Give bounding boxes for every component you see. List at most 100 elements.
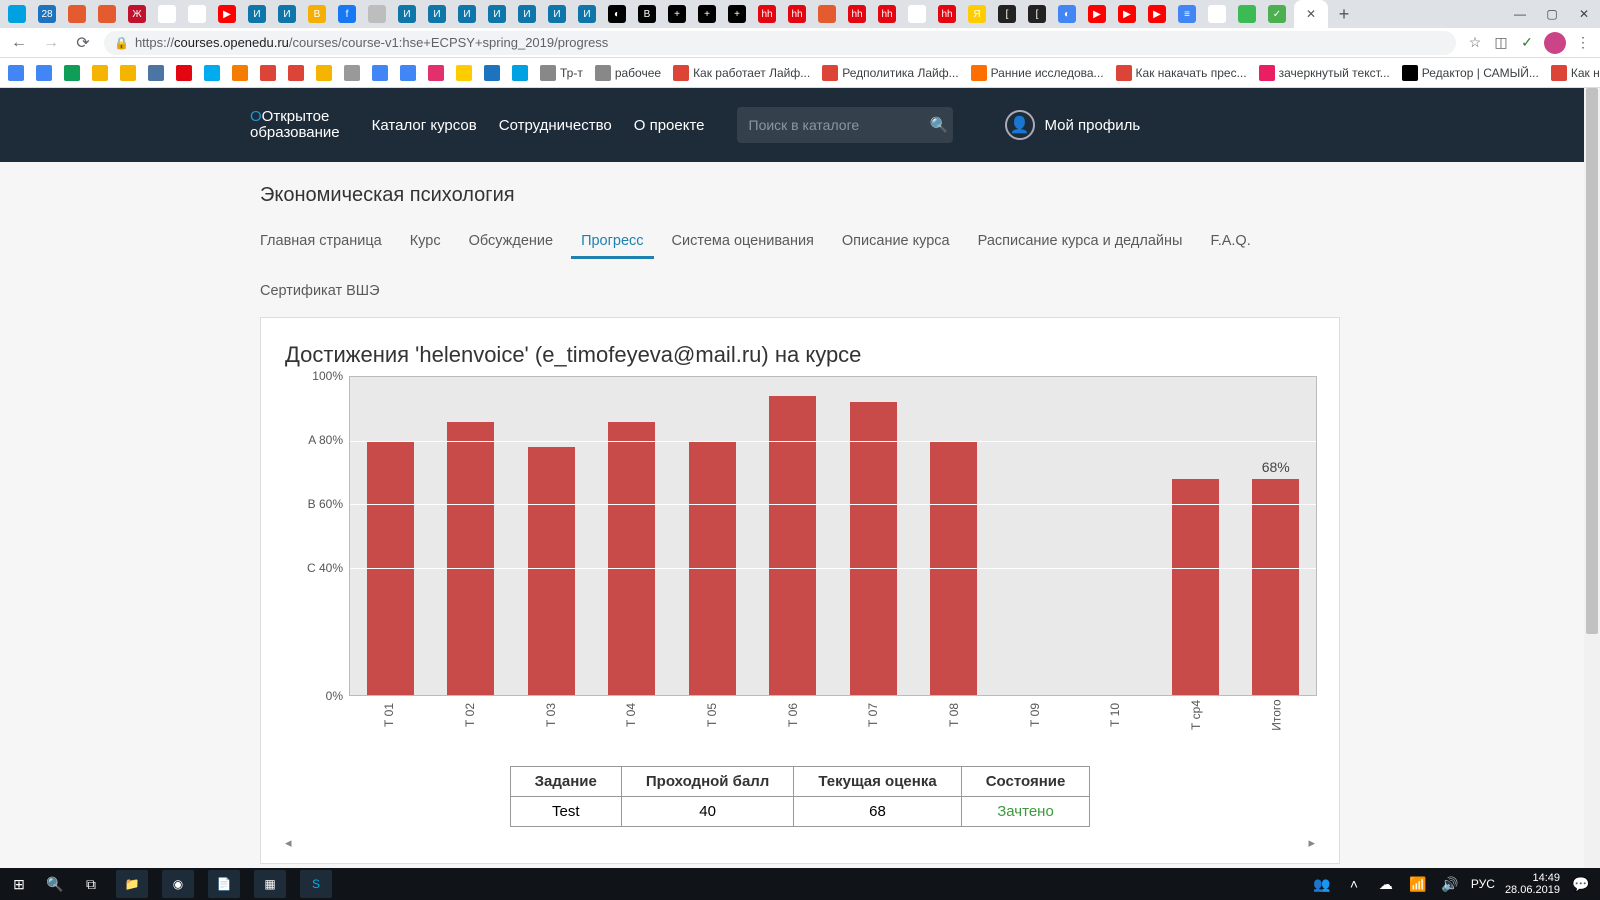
- extension-icon[interactable]: ◫: [1492, 34, 1510, 52]
- bookmark-item[interactable]: Как работает Лайф...: [673, 65, 810, 81]
- browser-tab[interactable]: ≡: [1178, 5, 1196, 23]
- bookmark-item[interactable]: [204, 65, 220, 81]
- start-button[interactable]: ⊞: [8, 873, 30, 895]
- onedrive-icon[interactable]: ☁: [1375, 873, 1397, 895]
- bookmark-item[interactable]: [8, 65, 24, 81]
- browser-tab[interactable]: ◐: [1058, 5, 1076, 23]
- course-tab[interactable]: F.A.Q.: [1210, 227, 1250, 259]
- bookmark-item[interactable]: [64, 65, 80, 81]
- browser-tab[interactable]: ▶: [218, 5, 236, 23]
- bookmark-item[interactable]: [260, 65, 276, 81]
- star-icon[interactable]: ☆: [1466, 34, 1484, 52]
- browser-tab[interactable]: ✓: [1268, 5, 1286, 23]
- bookmark-item[interactable]: Редполитика Лайф...: [822, 65, 958, 81]
- bookmark-item[interactable]: [316, 65, 332, 81]
- browser-active-tab[interactable]: ✕: [1294, 0, 1328, 28]
- browser-tab[interactable]: И: [248, 5, 266, 23]
- close-icon[interactable]: ✕: [1306, 7, 1316, 21]
- language-indicator[interactable]: РУС: [1471, 877, 1495, 891]
- browser-tab[interactable]: +: [668, 5, 686, 23]
- browser-tab[interactable]: hh: [878, 5, 896, 23]
- browser-tab[interactable]: [98, 5, 116, 23]
- maximize-button[interactable]: ▢: [1536, 0, 1568, 28]
- browser-tab[interactable]: [188, 5, 206, 23]
- browser-tab[interactable]: hh: [758, 5, 776, 23]
- clock[interactable]: 14:49 28.06.2019: [1505, 872, 1560, 896]
- notifications-icon[interactable]: 💬: [1570, 873, 1592, 895]
- horizontal-scrollbar[interactable]: ◂ ▸: [285, 827, 1315, 851]
- bookmark-item[interactable]: [148, 65, 164, 81]
- bookmark-item[interactable]: [120, 65, 136, 81]
- browser-tab[interactable]: [: [998, 5, 1016, 23]
- bookmark-item[interactable]: зачеркнутый текст...: [1259, 65, 1390, 81]
- close-window-button[interactable]: ✕: [1568, 0, 1600, 28]
- profile-link[interactable]: 👤 Мой профиль: [1005, 110, 1141, 140]
- browser-tab[interactable]: И: [428, 5, 446, 23]
- chrome-menu-icon[interactable]: ⋮: [1574, 34, 1592, 52]
- bookmark-item[interactable]: [512, 65, 528, 81]
- browser-tab[interactable]: Я: [968, 5, 986, 23]
- volume-icon[interactable]: 🔊: [1439, 873, 1461, 895]
- bookmark-item[interactable]: Как накачать прес...: [1116, 65, 1247, 81]
- course-tab[interactable]: Сертификат ВШЭ: [260, 277, 380, 299]
- browser-tab[interactable]: B: [308, 5, 326, 23]
- browser-tab[interactable]: [8, 5, 26, 23]
- bookmark-item[interactable]: [36, 65, 52, 81]
- browser-tab[interactable]: [68, 5, 86, 23]
- course-tab[interactable]: Описание курса: [842, 227, 950, 259]
- vertical-scrollbar[interactable]: [1584, 88, 1600, 868]
- forward-button[interactable]: →: [40, 32, 62, 54]
- header-nav-link[interactable]: Сотрудничество: [499, 117, 612, 134]
- browser-tab[interactable]: [818, 5, 836, 23]
- browser-tab[interactable]: ▶: [1088, 5, 1106, 23]
- catalog-search[interactable]: 🔍: [737, 107, 953, 143]
- course-tab[interactable]: Обсуждение: [469, 227, 553, 259]
- browser-tab[interactable]: И: [278, 5, 296, 23]
- browser-tab[interactable]: Ж: [128, 5, 146, 23]
- bookmark-item[interactable]: [484, 65, 500, 81]
- browser-tab[interactable]: +: [728, 5, 746, 23]
- browser-tab[interactable]: W: [1208, 5, 1226, 23]
- bookmark-item[interactable]: [400, 65, 416, 81]
- browser-tab[interactable]: [158, 5, 176, 23]
- url-field[interactable]: 🔒 https://courses.openedu.ru/courses/cou…: [104, 31, 1456, 55]
- file-explorer-app[interactable]: 📁: [116, 870, 148, 898]
- bookmark-item[interactable]: [428, 65, 444, 81]
- course-tab[interactable]: Расписание курса и дедлайны: [978, 227, 1183, 259]
- browser-tab[interactable]: И: [518, 5, 536, 23]
- wifi-icon[interactable]: 📶: [1407, 873, 1429, 895]
- bookmark-item[interactable]: Редактор | САМЫЙ...: [1402, 65, 1539, 81]
- task-view-icon[interactable]: ⧉: [80, 873, 102, 895]
- bookmark-item[interactable]: Ранние исследова...: [971, 65, 1104, 81]
- search-taskbar-icon[interactable]: 🔍: [44, 873, 66, 895]
- people-icon[interactable]: 👥: [1311, 873, 1333, 895]
- bookmark-item[interactable]: [288, 65, 304, 81]
- bookmark-item[interactable]: [372, 65, 388, 81]
- scroll-left-icon[interactable]: ◂: [285, 835, 292, 851]
- scroll-right-icon[interactable]: ▸: [1308, 835, 1315, 851]
- course-tab[interactable]: Прогресс: [581, 227, 643, 259]
- browser-tab[interactable]: +: [698, 5, 716, 23]
- chrome-app[interactable]: ◉: [162, 870, 194, 898]
- search-input[interactable]: [749, 117, 930, 133]
- browser-tab[interactable]: hh: [788, 5, 806, 23]
- extension-check-icon[interactable]: ✓: [1518, 34, 1536, 52]
- bookmark-item[interactable]: Тр-т: [540, 65, 583, 81]
- notepad-app[interactable]: 📄: [208, 870, 240, 898]
- browser-tab[interactable]: ▶: [1118, 5, 1136, 23]
- minimize-button[interactable]: —: [1504, 0, 1536, 28]
- bookmark-item[interactable]: [344, 65, 360, 81]
- scrollbar-thumb[interactable]: [1586, 88, 1598, 634]
- bookmark-item[interactable]: Как научиться пла...: [1551, 65, 1600, 81]
- browser-tab[interactable]: ◐: [608, 5, 626, 23]
- header-nav-link[interactable]: Каталог курсов: [372, 117, 477, 134]
- browser-tab[interactable]: B: [638, 5, 656, 23]
- browser-tab[interactable]: [368, 5, 386, 23]
- course-tab[interactable]: Система оценивания: [672, 227, 814, 259]
- browser-tab[interactable]: И: [398, 5, 416, 23]
- course-tab[interactable]: Главная страница: [260, 227, 382, 259]
- browser-tab[interactable]: И: [548, 5, 566, 23]
- new-tab-button[interactable]: +: [1334, 4, 1354, 24]
- browser-tab[interactable]: И: [488, 5, 506, 23]
- bookmark-item[interactable]: рабочее: [595, 65, 661, 81]
